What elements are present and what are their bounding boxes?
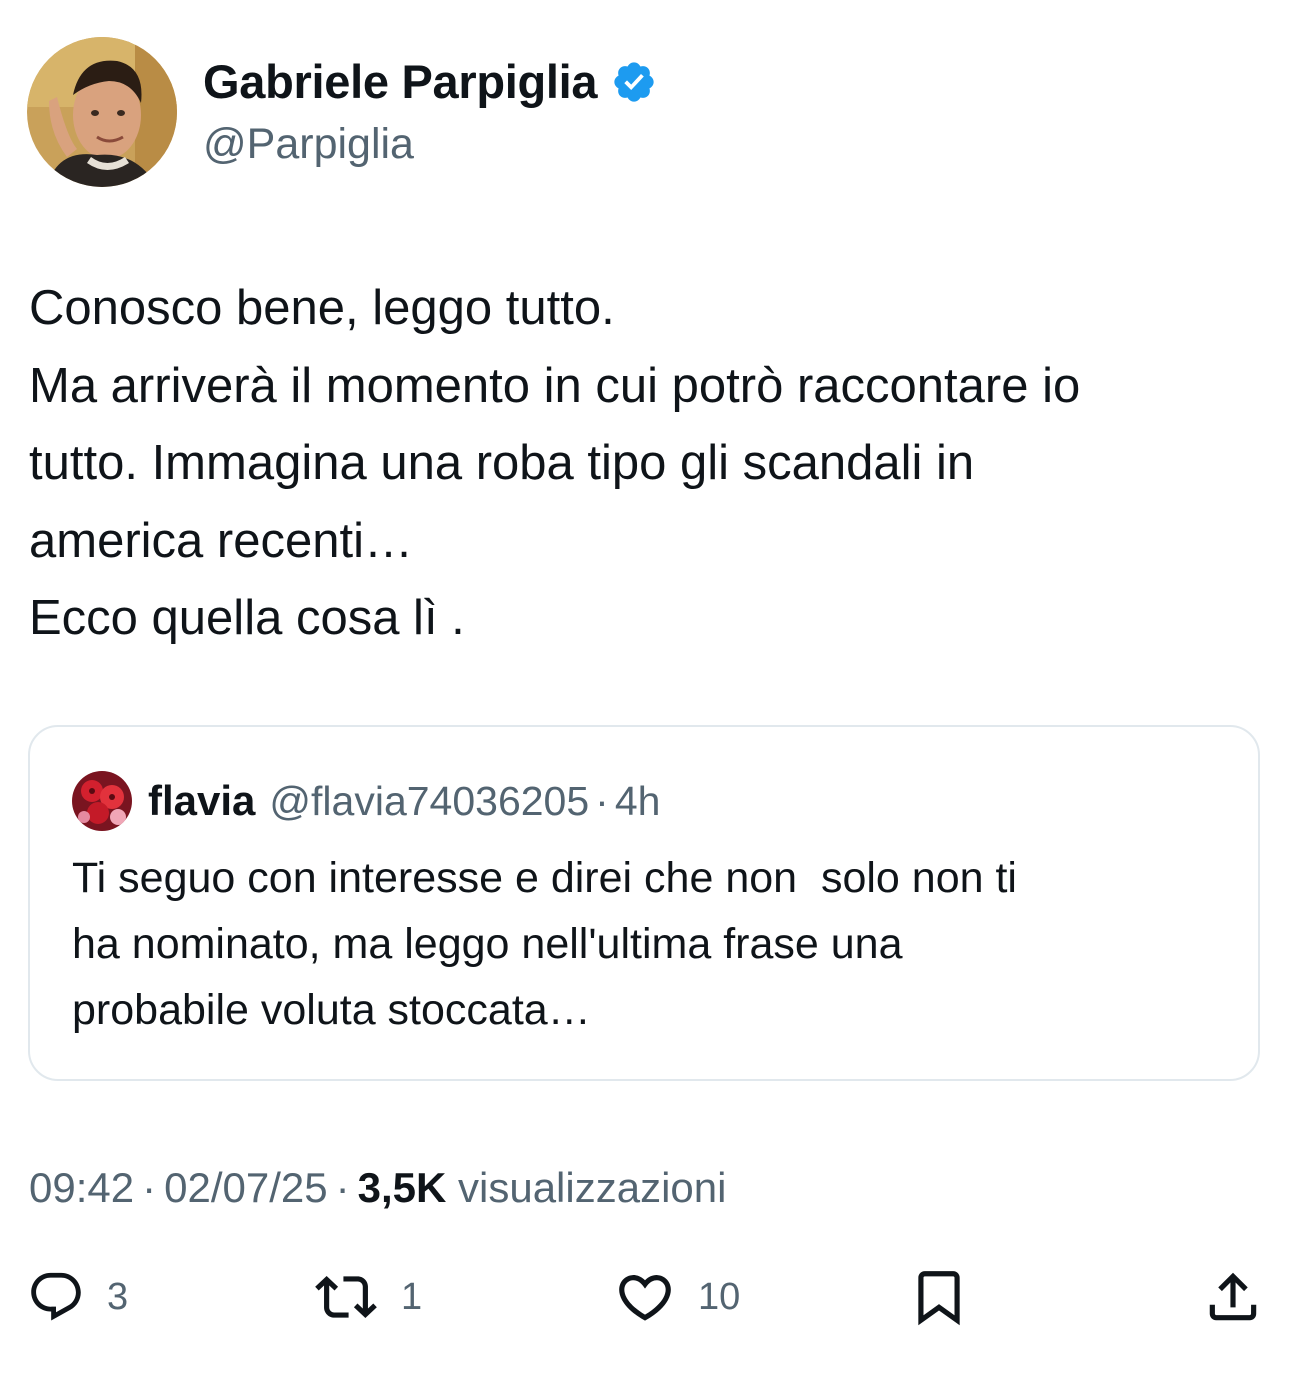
meta-separator: · <box>142 1164 157 1211</box>
views-label: visualizzazioni <box>458 1164 727 1211</box>
retweet-count: 1 <box>401 1275 423 1318</box>
quoted-line: probabile voluta stoccata… <box>72 986 591 1034</box>
bookmark-icon <box>918 1271 960 1326</box>
like-count: 10 <box>698 1275 741 1318</box>
reply-button[interactable]: 3 <box>27 1262 128 1332</box>
quoted-author-handle[interactable]: @flavia74036205 <box>269 778 589 825</box>
tweet-line: tutto. Immagina una roba tipo gli scanda… <box>29 436 975 490</box>
reply-icon <box>31 1272 81 1321</box>
tweet-line: america recenti… <box>29 513 413 568</box>
action-bar: 3 1 10 <box>0 1262 1290 1332</box>
author-display-name[interactable]: Gabriele Parpiglia <box>203 56 598 108</box>
quoted-line: ha nominato, ma leggo nell'ultima frase … <box>72 920 903 968</box>
author-avatar-image <box>27 37 177 187</box>
quoted-line: Ti seguo con interesse e direi che non s… <box>72 854 1017 902</box>
quoted-author-avatar-image <box>72 771 132 831</box>
quoted-author-avatar[interactable] <box>72 771 132 831</box>
tweet-line: Ecco quella cosa lì . <box>29 591 465 645</box>
quoted-tweet-card[interactable]: flavia @flavia74036205 · 4h Ti seguo con… <box>28 725 1260 1081</box>
views-count: 3,5K <box>357 1164 447 1211</box>
retweet-button[interactable]: 1 <box>315 1262 422 1332</box>
author-handle[interactable]: @Parpiglia <box>203 118 414 170</box>
share-icon <box>1209 1272 1257 1321</box>
quoted-tweet-text: Ti seguo con interesse e direi che non s… <box>72 845 1232 1043</box>
verified-badge-icon[interactable] <box>611 59 657 105</box>
tweet-line: Conosco bene, leggo tutto. <box>29 281 615 335</box>
tweet-text: Conosco bene, leggo tutto. Ma arriverà i… <box>29 270 1269 658</box>
author-avatar[interactable] <box>27 37 177 187</box>
like-button[interactable]: 10 <box>614 1262 740 1332</box>
tweet-date[interactable]: 02/07/25 <box>164 1164 328 1211</box>
share-button[interactable] <box>1202 1262 1264 1332</box>
tweet-line: Ma arriverà il momento in cui potrò racc… <box>29 358 1081 413</box>
like-icon <box>619 1275 671 1321</box>
bookmark-button[interactable] <box>908 1262 970 1332</box>
tweet-meta: 09:42 · 02/07/25 · 3,5K visualizzazioni <box>29 1160 726 1216</box>
meta-separator: · <box>335 1164 350 1211</box>
quoted-tweet-header: flavia @flavia74036205 · 4h <box>72 771 660 831</box>
retweet-icon <box>315 1276 377 1318</box>
reply-count: 3 <box>107 1275 129 1318</box>
quoted-timestamp[interactable]: 4h <box>615 778 661 825</box>
author-name-row: Gabriele Parpiglia <box>203 56 657 108</box>
tweet-time[interactable]: 09:42 <box>29 1164 134 1211</box>
quoted-separator: · <box>595 777 609 824</box>
quoted-author-name[interactable]: flavia <box>148 777 255 825</box>
